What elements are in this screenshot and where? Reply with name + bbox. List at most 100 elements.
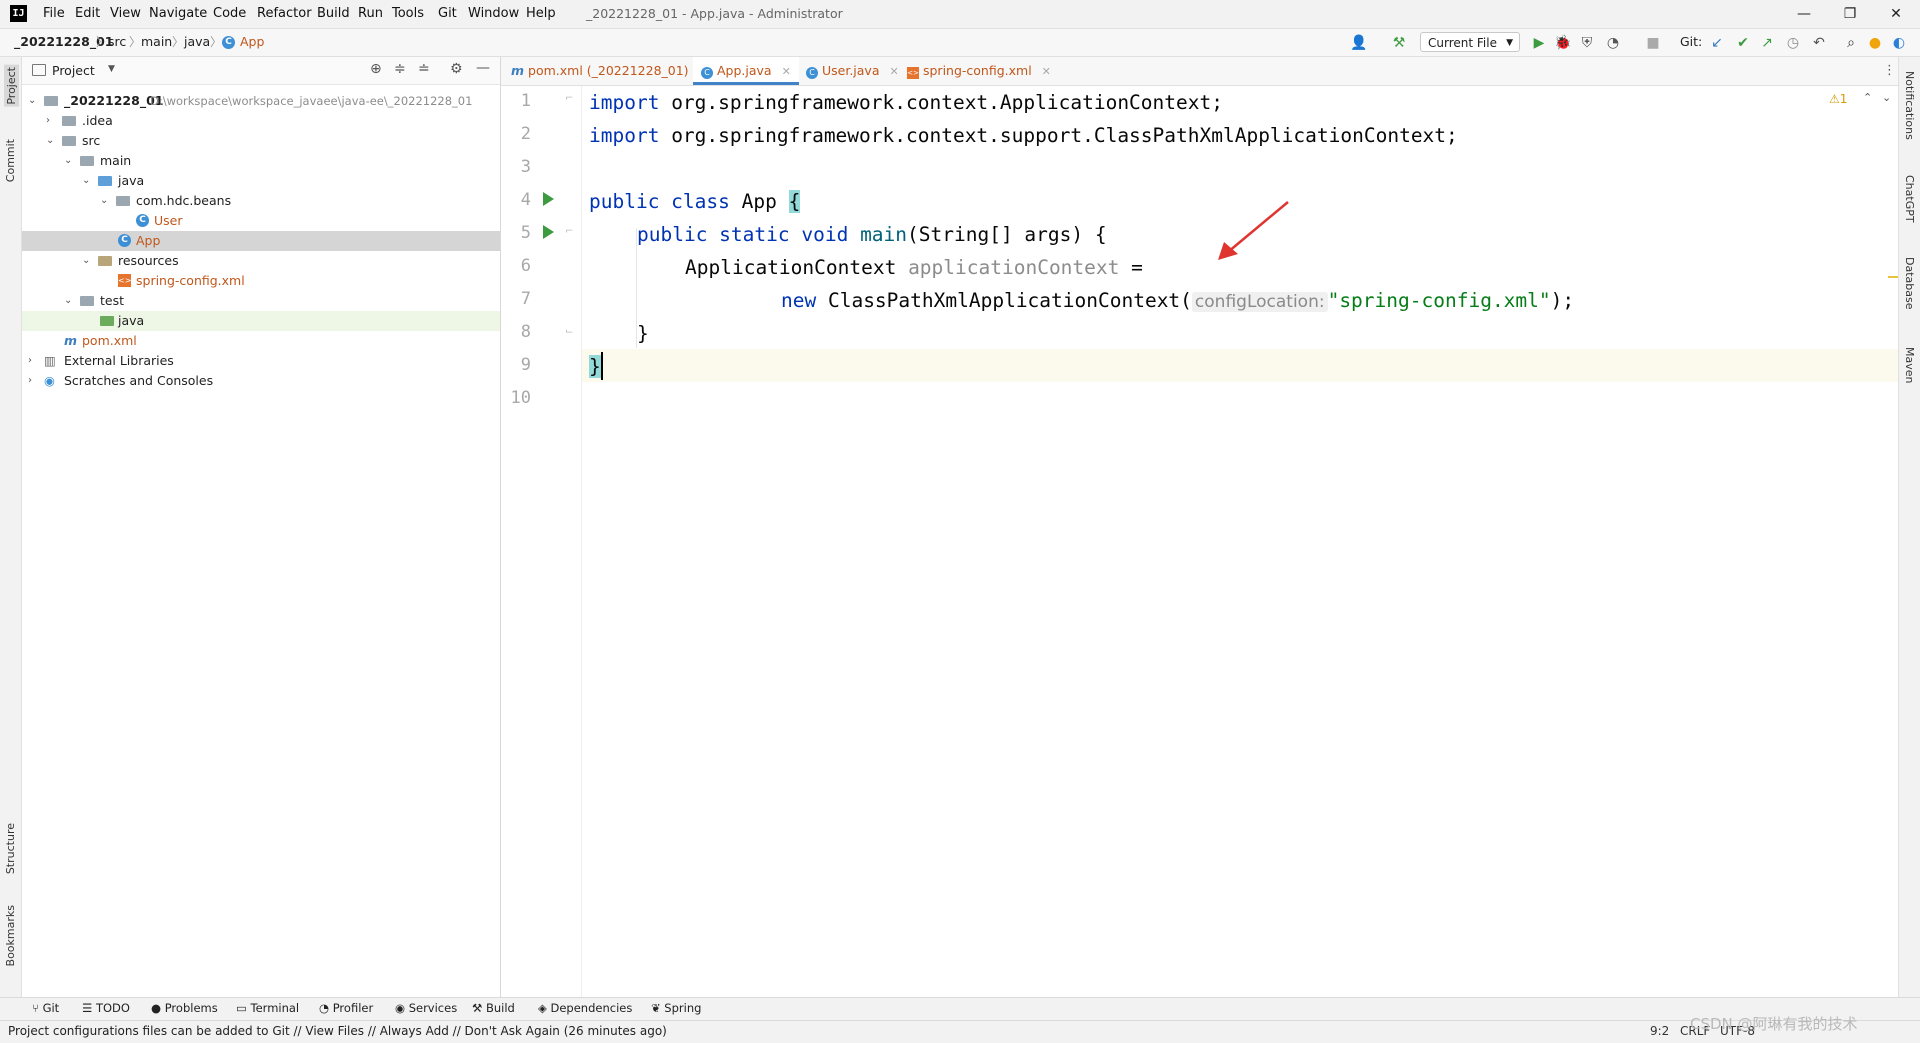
chevron-right-icon[interactable]: › [28, 371, 32, 391]
tree-row-idea[interactable]: › .idea [22, 111, 500, 131]
close-button[interactable]: ✕ [1876, 3, 1916, 25]
menu-git[interactable]: Git [438, 6, 457, 21]
restore-button[interactable]: ❐ [1830, 3, 1870, 25]
next-highlight-icon[interactable]: ⌄ [1882, 91, 1891, 104]
chevron-down-icon[interactable]: ⌄ [64, 291, 72, 311]
close-icon[interactable]: ✕ [782, 65, 791, 78]
close-icon[interactable]: ✕ [1042, 65, 1051, 78]
problems-tool-tab[interactable]: ● Problems [151, 1001, 218, 1015]
git-rollback-icon[interactable]: ↶ [1810, 34, 1828, 52]
debug-icon[interactable]: 🐞 [1554, 34, 1572, 52]
fold-icon[interactable]: ⌐ [565, 226, 573, 237]
profiler-tool-tab[interactable]: ◔ Profiler [319, 1001, 373, 1015]
git-push-icon[interactable]: ↗ [1758, 34, 1776, 52]
tree-row-spring-config[interactable]: <> spring-config.xml [22, 271, 500, 291]
fold-icon[interactable]: ⌐ [565, 93, 573, 104]
menu-refactor[interactable]: Refactor [257, 6, 312, 21]
chevron-down-icon[interactable]: ⌄ [100, 191, 108, 211]
tab-spring-config-xml[interactable]: <> spring-config.xml ✕ [899, 57, 1059, 85]
collapse-all-icon[interactable]: ≐ [418, 61, 430, 77]
tree-row-external-libraries[interactable]: › ▥ External Libraries [22, 351, 500, 371]
select-opened-file-icon[interactable]: ⊕ [370, 61, 382, 77]
commit-tool-tab[interactable]: Commit [4, 139, 17, 182]
profile-icon[interactable]: ◔ [1604, 34, 1622, 52]
database-tool-tab[interactable]: Database [1903, 257, 1916, 310]
chevron-down-icon[interactable]: ⌄ [64, 151, 72, 171]
tree-row-package[interactable]: ⌄ com.hdc.beans [22, 191, 500, 211]
tree-row-src[interactable]: ⌄ src [22, 131, 500, 151]
run-icon[interactable]: ▶ [1530, 34, 1548, 52]
tree-row-user[interactable]: C User [22, 211, 500, 231]
menu-help[interactable]: Help [526, 6, 556, 21]
chevron-down-icon[interactable]: ⌄ [82, 171, 90, 191]
build-hammer-icon[interactable]: ⚒ [1390, 34, 1408, 52]
code-with-me-icon[interactable]: ◐ [1890, 34, 1908, 52]
warnings-indicator[interactable]: ⚠1 [1829, 92, 1847, 106]
tree-row-pom[interactable]: m pom.xml [22, 331, 500, 351]
tree-row-test-java[interactable]: java [22, 311, 500, 331]
git-history-icon[interactable]: ◷ [1784, 34, 1802, 52]
run-main-icon[interactable] [543, 225, 554, 239]
menu-file[interactable]: File [43, 6, 65, 21]
notifications-tool-tab[interactable]: Notifications [1903, 71, 1916, 140]
previous-highlight-icon[interactable]: ⌃ [1863, 91, 1872, 104]
gear-icon[interactable]: ⚙ [450, 61, 463, 77]
intellij-logo-icon[interactable]: IJ [10, 5, 27, 22]
breadcrumb-app[interactable]: App [240, 34, 264, 49]
status-message[interactable]: Project configurations files can be adde… [8, 1024, 667, 1038]
breadcrumb-src[interactable]: src [108, 34, 126, 49]
todo-tool-tab[interactable]: ☰ TODO [82, 1001, 130, 1015]
tree-row-app[interactable]: C App [22, 231, 500, 251]
chevron-down-icon[interactable]: ⌄ [46, 131, 54, 151]
chevron-down-icon[interactable]: ⌄ [82, 251, 90, 271]
git-commit-icon[interactable]: ✔ [1734, 34, 1752, 52]
breadcrumb-java[interactable]: java [184, 34, 210, 49]
tab-user-java[interactable]: C User.java ✕ [798, 57, 907, 85]
structure-tool-tab[interactable]: Structure [4, 823, 17, 874]
menu-code[interactable]: Code [213, 6, 246, 21]
project-panel-title[interactable]: Project [52, 63, 95, 78]
menu-window[interactable]: Window [468, 6, 519, 21]
maven-tool-tab[interactable]: Maven [1903, 347, 1916, 383]
menu-navigate[interactable]: Navigate [149, 6, 207, 21]
menu-build[interactable]: Build [317, 6, 350, 21]
close-icon[interactable]: ✕ [889, 65, 898, 78]
chevron-down-icon[interactable]: ▼ [108, 64, 115, 74]
code-editor[interactable]: import org.springframework.context.Appli… [582, 86, 1898, 997]
terminal-tool-tab[interactable]: ▭ Terminal [236, 1001, 299, 1015]
fold-icon[interactable]: ⌙ [565, 326, 573, 337]
tree-row-main-java[interactable]: ⌄ java [22, 171, 500, 191]
chatgpt-tool-tab[interactable]: ChatGPT [1903, 175, 1916, 223]
minimize-button[interactable]: — [1784, 3, 1824, 25]
tree-row-project-root[interactable]: ⌄ _20221228_01 D:\workspace\workspace_ja… [22, 91, 500, 111]
chevron-down-icon[interactable]: ⌄ [28, 91, 36, 111]
tree-row-main[interactable]: ⌄ main [22, 151, 500, 171]
dependencies-tool-tab[interactable]: ◈ Dependencies [538, 1001, 632, 1015]
caret-position[interactable]: 9:2 [1650, 1024, 1669, 1038]
menu-view[interactable]: View [110, 6, 141, 21]
updates-icon[interactable]: ● [1866, 34, 1884, 52]
tab-pom-xml[interactable]: m pom.xml (_20221228_01) ✕ [503, 57, 716, 85]
expand-all-icon[interactable]: ≑ [394, 61, 406, 77]
search-icon[interactable]: ⌕ [1842, 34, 1860, 52]
git-tool-tab[interactable]: ⑂ Git [32, 1001, 59, 1015]
run-class-icon[interactable] [543, 192, 554, 206]
tree-row-resources[interactable]: ⌄ resources [22, 251, 500, 271]
tab-app-java[interactable]: C App.java ✕ [693, 57, 799, 85]
tree-row-scratches[interactable]: › ◉ Scratches and Consoles [22, 371, 500, 391]
bookmarks-tool-tab[interactable]: Bookmarks [4, 905, 17, 966]
chevron-right-icon[interactable]: › [28, 351, 32, 371]
tree-row-test[interactable]: ⌄ test [22, 291, 500, 311]
build-tool-tab[interactable]: ⚒ Build [472, 1001, 515, 1015]
chevron-right-icon[interactable]: › [46, 111, 50, 131]
menu-run[interactable]: Run [358, 6, 383, 21]
user-account-icon[interactable]: 👤 [1350, 34, 1368, 52]
spring-tool-tab[interactable]: ❦ Spring [651, 1001, 701, 1015]
project-tool-tab[interactable]: Project [4, 65, 19, 107]
coverage-icon[interactable]: ⛨ [1578, 34, 1596, 52]
stop-icon[interactable]: ■ [1644, 34, 1662, 52]
run-configuration-select[interactable]: Current File ▼ [1420, 32, 1520, 52]
services-tool-tab[interactable]: ◉ Services [395, 1001, 457, 1015]
more-tabs-icon[interactable]: ⋮ [1883, 63, 1896, 78]
menu-tools[interactable]: Tools [392, 6, 424, 21]
